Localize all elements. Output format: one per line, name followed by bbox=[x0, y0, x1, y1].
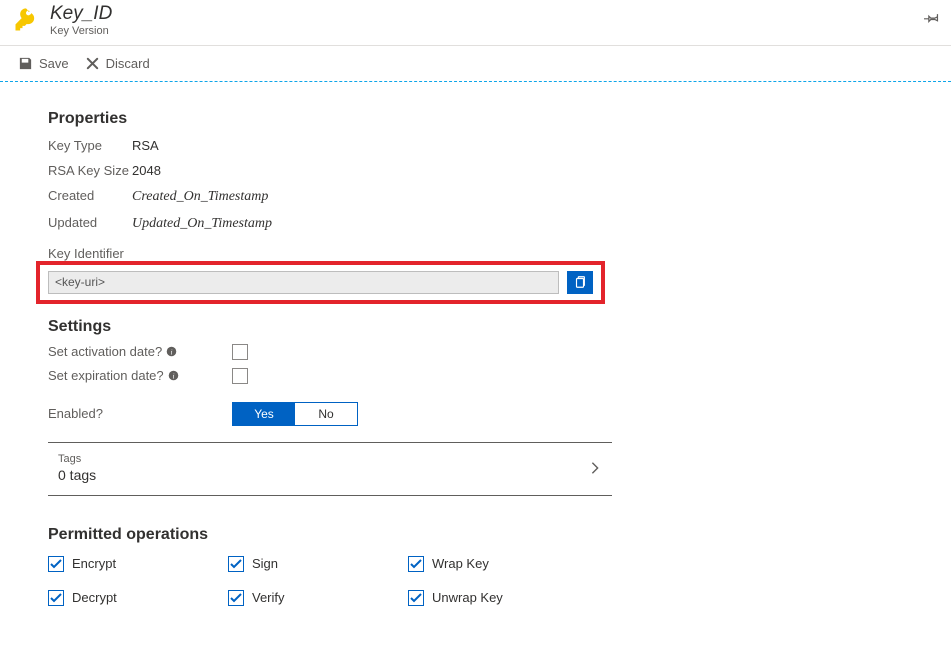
perm-wrap[interactable]: Wrap Key bbox=[408, 556, 588, 572]
perm-verify-checkbox[interactable] bbox=[228, 590, 244, 606]
check-icon bbox=[410, 558, 422, 570]
perm-verify-label: Verify bbox=[252, 590, 285, 605]
created-label: Created bbox=[48, 188, 132, 203]
expiration-label-text: Set expiration date? bbox=[48, 368, 164, 383]
check-icon bbox=[50, 558, 62, 570]
key-identifier-highlight bbox=[36, 261, 605, 304]
key-identifier-input[interactable] bbox=[48, 271, 559, 294]
settings-heading: Settings bbox=[48, 318, 612, 336]
prop-created: Created Created_On_Timestamp bbox=[48, 188, 612, 205]
header-actions bbox=[924, 4, 939, 25]
enabled-no-button[interactable]: No bbox=[295, 403, 357, 425]
prop-key-type: Key Type RSA bbox=[48, 138, 612, 153]
perm-verify[interactable]: Verify bbox=[228, 590, 408, 606]
rsa-size-value: 2048 bbox=[132, 163, 161, 178]
rsa-size-label: RSA Key Size bbox=[48, 163, 132, 178]
check-icon bbox=[50, 592, 62, 604]
check-icon bbox=[230, 558, 242, 570]
setting-expiration: Set expiration date? i bbox=[48, 368, 612, 384]
perm-wrap-checkbox[interactable] bbox=[408, 556, 424, 572]
perm-encrypt-label: Encrypt bbox=[72, 556, 116, 571]
key-identifier-label: Key Identifier bbox=[48, 246, 612, 261]
perm-sign-checkbox[interactable] bbox=[228, 556, 244, 572]
save-button[interactable]: Save bbox=[18, 56, 69, 71]
tags-left: Tags 0 tags bbox=[58, 453, 96, 483]
expiration-label: Set expiration date? i bbox=[48, 368, 188, 383]
prop-rsa-size: RSA Key Size 2048 bbox=[48, 163, 612, 178]
page-title: Key_ID bbox=[50, 4, 924, 25]
save-label: Save bbox=[39, 56, 69, 71]
perm-encrypt[interactable]: Encrypt bbox=[48, 556, 228, 572]
page-header: Key_ID Key Version bbox=[0, 0, 951, 46]
activation-label: Set activation date? i bbox=[48, 344, 188, 359]
settings-block: Settings Set activation date? i Set expi… bbox=[48, 318, 612, 496]
check-icon bbox=[410, 592, 422, 604]
perm-encrypt-checkbox[interactable] bbox=[48, 556, 64, 572]
discard-label: Discard bbox=[106, 56, 150, 71]
perm-sign[interactable]: Sign bbox=[228, 556, 408, 572]
created-value: Created_On_Timestamp bbox=[132, 189, 268, 205]
perm-decrypt-checkbox[interactable] bbox=[48, 590, 64, 606]
enabled-label: Enabled? bbox=[48, 406, 188, 421]
updated-value: Updated_On_Timestamp bbox=[132, 216, 272, 232]
permitted-section: Permitted operations Encrypt Sign Wrap K… bbox=[48, 526, 612, 606]
discard-button[interactable]: Discard bbox=[85, 56, 150, 71]
activation-label-text: Set activation date? bbox=[48, 344, 162, 359]
permitted-heading: Permitted operations bbox=[48, 526, 612, 544]
expiration-checkbox[interactable] bbox=[232, 368, 248, 384]
svg-text:i: i bbox=[172, 372, 174, 381]
copy-icon bbox=[573, 274, 587, 290]
tags-row[interactable]: Tags 0 tags bbox=[48, 443, 612, 496]
page-subtitle: Key Version bbox=[50, 25, 924, 37]
perm-wrap-label: Wrap Key bbox=[432, 556, 489, 571]
key-type-value: RSA bbox=[132, 138, 159, 153]
updated-label: Updated bbox=[48, 215, 132, 230]
info-icon[interactable]: i bbox=[168, 370, 179, 381]
perm-decrypt[interactable]: Decrypt bbox=[48, 590, 228, 606]
enabled-toggle: Yes No bbox=[232, 402, 358, 426]
properties-heading: Properties bbox=[48, 110, 612, 128]
svg-text:i: i bbox=[171, 348, 173, 357]
info-icon[interactable]: i bbox=[166, 346, 177, 357]
chevron-right-icon bbox=[588, 461, 602, 475]
check-icon bbox=[230, 592, 242, 604]
prop-updated: Updated Updated_On_Timestamp bbox=[48, 215, 612, 232]
tags-label: Tags bbox=[58, 453, 96, 465]
header-titles: Key_ID Key Version bbox=[50, 4, 924, 37]
perm-unwrap-label: Unwrap Key bbox=[432, 590, 503, 605]
discard-icon bbox=[85, 56, 100, 71]
enabled-yes-button[interactable]: Yes bbox=[233, 403, 295, 425]
setting-enabled: Enabled? Yes No bbox=[48, 402, 612, 426]
perm-sign-label: Sign bbox=[252, 556, 278, 571]
key-icon bbox=[12, 6, 40, 34]
pin-icon[interactable] bbox=[924, 10, 939, 25]
perm-unwrap[interactable]: Unwrap Key bbox=[408, 590, 588, 606]
toolbar: Save Discard bbox=[0, 46, 951, 82]
save-icon bbox=[18, 56, 33, 71]
permitted-grid: Encrypt Sign Wrap Key Decrypt Verify Unw… bbox=[48, 556, 612, 606]
perm-unwrap-checkbox[interactable] bbox=[408, 590, 424, 606]
key-type-label: Key Type bbox=[48, 138, 132, 153]
copy-button[interactable] bbox=[567, 271, 593, 294]
setting-activation: Set activation date? i bbox=[48, 344, 612, 360]
activation-checkbox[interactable] bbox=[232, 344, 248, 360]
content: Properties Key Type RSA RSA Key Size 204… bbox=[0, 82, 640, 606]
tags-count: 0 tags bbox=[58, 467, 96, 483]
perm-decrypt-label: Decrypt bbox=[72, 590, 117, 605]
